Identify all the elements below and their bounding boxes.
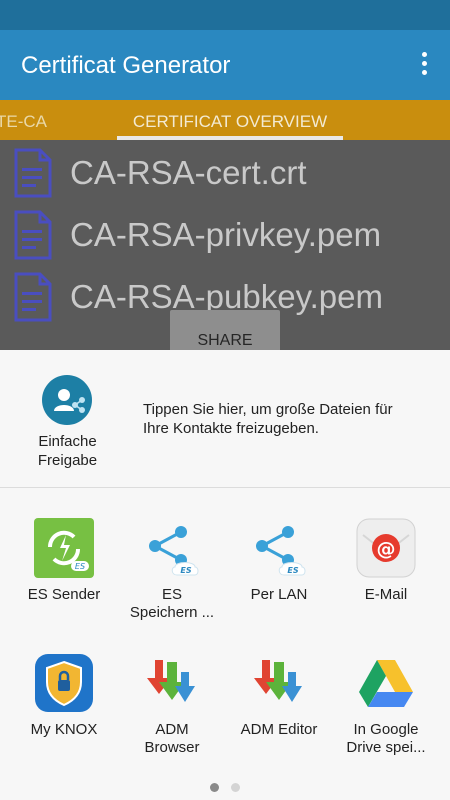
share-target-es-sender[interactable]: ES ES Sender: [8, 517, 120, 604]
share-target-email[interactable]: @ E-Mail: [330, 517, 442, 604]
app-label: ES Sender: [27, 586, 101, 603]
tab-generate-ca[interactable]: TE-CA: [0, 112, 47, 132]
share-target-adm-browser[interactable]: ADM Browser: [116, 652, 228, 757]
tab-bar: TE-CA CERTIFICAT OVERVIEW: [0, 100, 450, 140]
document-icon: [14, 272, 52, 322]
app-label: ES Speichern ...: [129, 586, 215, 621]
list-item[interactable]: CA-RSA-cert.crt: [0, 142, 450, 202]
share-lan-icon: ES: [248, 517, 310, 579]
svg-text:@: @: [377, 538, 396, 560]
svg-text:ES: ES: [180, 566, 191, 575]
status-bar: [0, 0, 450, 30]
divider: [0, 487, 450, 488]
share-target-adm-editor[interactable]: ADM Editor: [223, 652, 335, 739]
share-target-my-knox[interactable]: My KNOX: [8, 652, 120, 739]
quick-share-icon: [42, 375, 92, 425]
app-bar: Certificat Generator: [0, 30, 450, 100]
overflow-menu-icon[interactable]: [420, 52, 428, 78]
page-indicator: [0, 779, 450, 797]
email-icon: @: [355, 517, 417, 579]
page-dot: [231, 783, 240, 792]
list-item[interactable]: CA-RSA-privkey.pem: [0, 204, 450, 264]
app-label: E-Mail: [364, 586, 408, 603]
knox-icon: [33, 652, 95, 714]
app-label: ADM Browser: [144, 721, 200, 756]
share-sheet: Einfache Freigabe Tippen Sie hier, um gr…: [0, 350, 450, 800]
svg-text:ES: ES: [75, 562, 85, 571]
quick-share-description: Tippen Sie hier, um große Dateien für Ih…: [143, 401, 393, 437]
document-icon: [14, 210, 52, 260]
app-label: ADM Editor: [240, 721, 318, 738]
app-label: Per LAN: [250, 586, 308, 603]
google-drive-icon: [355, 652, 417, 714]
app-label: In Google Drive spei...: [346, 721, 426, 756]
document-icon: [14, 148, 52, 198]
share-target-es-speichern[interactable]: ES ES Speichern ...: [116, 517, 228, 622]
share-target-per-lan[interactable]: ES Per LAN: [223, 517, 335, 604]
es-sender-icon: ES: [33, 517, 95, 579]
tab-certificat-overview[interactable]: CERTIFICAT OVERVIEW: [117, 112, 343, 132]
page-dot: [210, 783, 219, 792]
share-target-google-drive[interactable]: In Google Drive spei...: [330, 652, 442, 757]
adm-editor-icon: [248, 652, 310, 714]
adm-browser-icon: [141, 652, 203, 714]
app-title: Certificat Generator: [21, 52, 231, 79]
app-label: My KNOX: [30, 721, 98, 738]
quick-share-row[interactable]: Einfache Freigabe Tippen Sie hier, um gr…: [0, 350, 450, 487]
es-save-icon: ES: [141, 517, 203, 579]
svg-text:ES: ES: [287, 566, 298, 575]
file-name: CA-RSA-cert.crt: [70, 154, 307, 191]
quick-share-label: Einfache Freigabe: [37, 433, 98, 469]
file-name: CA-RSA-privkey.pem: [70, 216, 382, 253]
